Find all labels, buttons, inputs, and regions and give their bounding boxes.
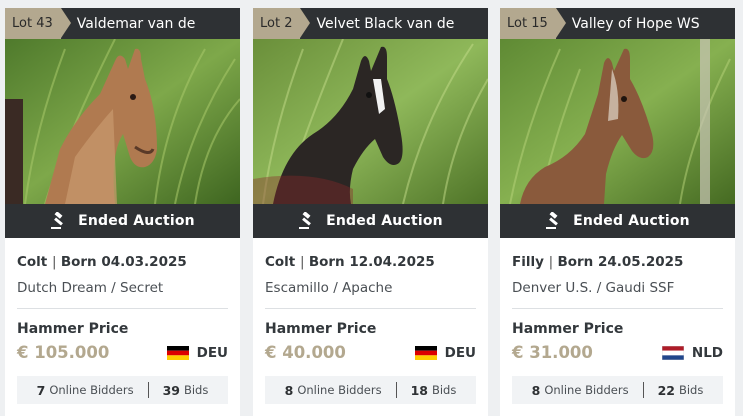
horse-photo[interactable] bbox=[5, 39, 240, 204]
ended-auction-bar: Ended Auction bbox=[253, 204, 488, 238]
country-code: DEU bbox=[444, 344, 476, 361]
horse-sex: Colt bbox=[265, 254, 296, 270]
horse-name[interactable]: Valdemar van de bbox=[61, 16, 196, 32]
separator bbox=[395, 382, 397, 398]
auction-card-lot-15[interactable]: Lot 15 Valley of Hope WS Ended Auction F… bbox=[500, 8, 735, 416]
online-bidders-count: 8 bbox=[531, 382, 541, 398]
horse-sex: Filly bbox=[512, 254, 544, 270]
sex-born-line: Filly | Born 24.05.2025 bbox=[512, 254, 684, 270]
sex-born-line: Colt | Born 12.04.2025 bbox=[265, 254, 435, 270]
card-header: Lot 2 Velvet Black van de bbox=[253, 8, 488, 39]
country: DEU bbox=[166, 344, 228, 361]
pedigree: Dutch Dream / Secret bbox=[17, 280, 164, 296]
pedigree: Escamillo / Apache bbox=[265, 280, 393, 296]
status-label: Ended Auction bbox=[78, 213, 195, 229]
horse-name[interactable]: Valley of Hope WS bbox=[556, 16, 700, 32]
lot-badge: Lot 2 bbox=[253, 8, 312, 39]
online-bidders-count: 7 bbox=[36, 382, 46, 398]
online-bidders-label: Online Bidders bbox=[297, 383, 382, 397]
bids-summary: 7 Online Bidders 39 Bids bbox=[17, 376, 228, 404]
lot-badge: Lot 15 bbox=[500, 8, 566, 39]
country: NLD bbox=[661, 344, 723, 361]
auction-card-lot-2[interactable]: Lot 2 Velvet Black van de Ended Auction … bbox=[253, 8, 488, 416]
hammer-price-label: Hammer Price bbox=[265, 321, 377, 337]
online-bidders-label: Online Bidders bbox=[49, 383, 134, 397]
card-header: Lot 15 Valley of Hope WS bbox=[500, 8, 735, 39]
birth-date: Born 24.05.2025 bbox=[557, 254, 684, 270]
status-label: Ended Auction bbox=[326, 213, 443, 229]
bids-label: Bids bbox=[678, 383, 704, 397]
hammer-price-label: Hammer Price bbox=[17, 321, 129, 337]
bids-summary: 8 Online Bidders 22 Bids bbox=[512, 376, 723, 404]
gavel-icon bbox=[546, 212, 559, 229]
bids-count: 18 bbox=[410, 382, 428, 398]
auction-card-lot-43[interactable]: Lot 43 Valdemar van de Ended Auction Col… bbox=[5, 8, 240, 416]
horse-name[interactable]: Velvet Black van de bbox=[300, 16, 454, 32]
birth-date: Born 12.04.2025 bbox=[308, 254, 435, 270]
bids-summary: 8 Online Bidders 18 Bids bbox=[265, 376, 476, 404]
divider bbox=[17, 308, 228, 309]
germany-flag-icon bbox=[166, 345, 189, 360]
lot-badge: Lot 43 bbox=[5, 8, 71, 39]
horse-photo[interactable] bbox=[500, 39, 735, 204]
hammer-price: € 40.000 bbox=[265, 343, 346, 362]
horse-photo[interactable] bbox=[253, 39, 488, 204]
country-code: DEU bbox=[196, 344, 228, 361]
divider bbox=[265, 308, 476, 309]
status-label: Ended Auction bbox=[573, 213, 690, 229]
sex-born-line: Colt | Born 04.03.2025 bbox=[17, 254, 187, 270]
bids-count: 39 bbox=[162, 382, 180, 398]
bids-label: Bids bbox=[431, 383, 457, 397]
online-bidders-label: Online Bidders bbox=[544, 383, 629, 397]
gavel-icon bbox=[299, 212, 312, 229]
hammer-price: € 105.000 bbox=[17, 343, 110, 362]
divider bbox=[512, 308, 723, 309]
horse-sex: Colt bbox=[17, 254, 48, 270]
separator bbox=[147, 382, 149, 398]
country: DEU bbox=[414, 344, 476, 361]
bids-count: 22 bbox=[657, 382, 675, 398]
pedigree: Denver U.S. / Gaudi SSF bbox=[512, 280, 675, 296]
netherlands-flag-icon bbox=[661, 345, 684, 360]
birth-date: Born 04.03.2025 bbox=[60, 254, 187, 270]
ended-auction-bar: Ended Auction bbox=[500, 204, 735, 238]
germany-flag-icon bbox=[414, 345, 437, 360]
ended-auction-bar: Ended Auction bbox=[5, 204, 240, 238]
card-header: Lot 43 Valdemar van de bbox=[5, 8, 240, 39]
hammer-price: € 31.000 bbox=[512, 343, 593, 362]
hammer-price-label: Hammer Price bbox=[512, 321, 624, 337]
separator bbox=[642, 382, 644, 398]
gavel-icon bbox=[51, 212, 64, 229]
bids-label: Bids bbox=[183, 383, 209, 397]
online-bidders-count: 8 bbox=[284, 382, 294, 398]
country-code: NLD bbox=[691, 344, 723, 361]
